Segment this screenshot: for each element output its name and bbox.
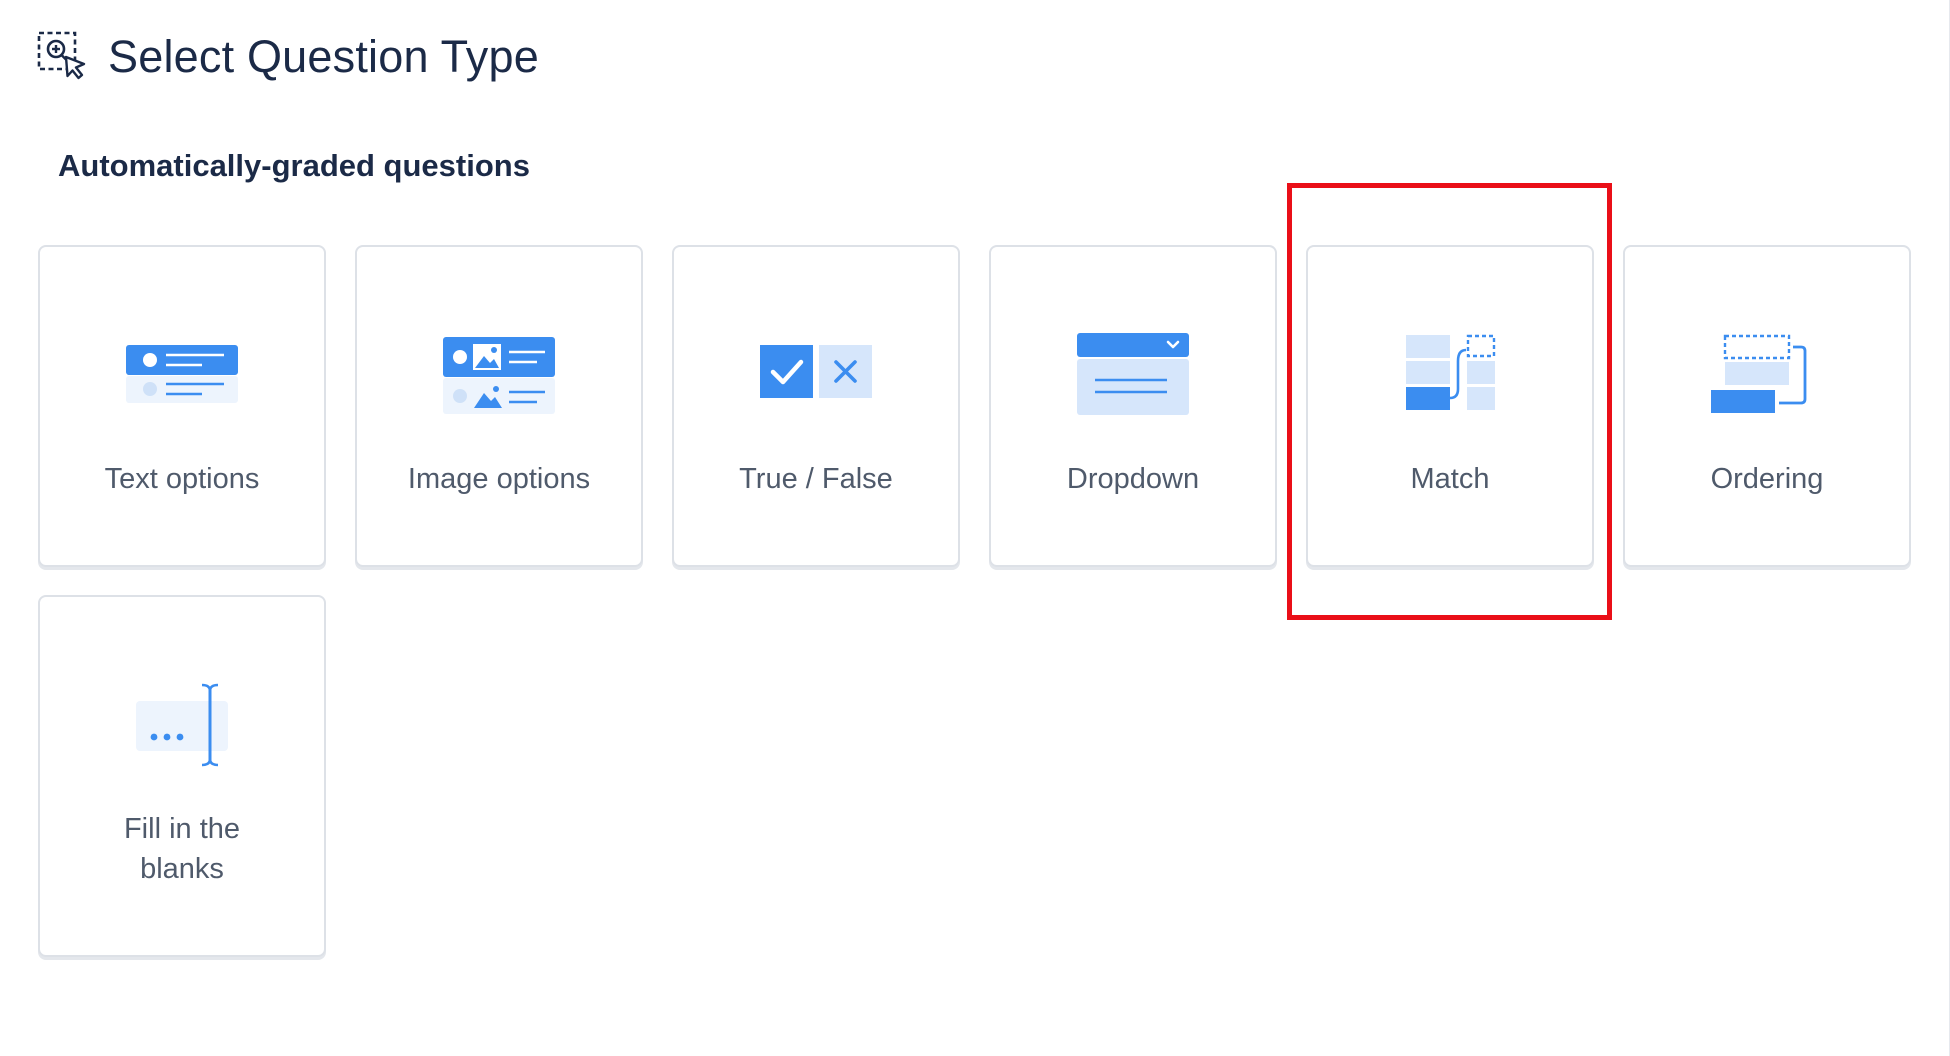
page-title: Select Question Type bbox=[108, 30, 539, 82]
text-options-icon bbox=[126, 345, 238, 403]
card-label: Text options bbox=[104, 463, 260, 495]
true-false-icon bbox=[760, 345, 872, 398]
card-label: Image options bbox=[407, 463, 591, 495]
dropdown-icon bbox=[1077, 333, 1189, 415]
image-options-icon bbox=[443, 337, 555, 414]
card-label: True / False bbox=[739, 463, 893, 495]
question-type-ordering[interactable]: Ordering bbox=[1623, 245, 1911, 567]
section-heading: Automatically-graded questions bbox=[58, 148, 530, 183]
select-area-cursor-icon bbox=[37, 31, 86, 80]
card-label: Match bbox=[1410, 463, 1490, 495]
question-type-dropdown[interactable]: Dropdown bbox=[989, 245, 1277, 567]
match-icon bbox=[1406, 334, 1496, 410]
question-type-image-options[interactable]: Image options bbox=[355, 245, 643, 567]
title-row: Select Question Type bbox=[36, 30, 539, 82]
question-type-grid: Text options Image options True / False … bbox=[38, 245, 1911, 957]
ordering-icon bbox=[1711, 334, 1807, 413]
card-label: Fill in the blanks bbox=[123, 813, 241, 885]
fill-in-the-blanks-icon bbox=[136, 683, 228, 767]
question-type-text-options[interactable]: Text options bbox=[38, 245, 326, 567]
card-label: Dropdown bbox=[1066, 463, 1200, 495]
question-type-true-false[interactable]: True / False bbox=[672, 245, 960, 567]
card-label: Ordering bbox=[1710, 463, 1824, 495]
question-type-match[interactable]: Match bbox=[1306, 245, 1594, 567]
question-type-dialog: Select Question Type Automatically-grade… bbox=[0, 0, 1950, 1056]
question-type-fill-in-the-blanks[interactable]: Fill in the blanks bbox=[38, 595, 326, 957]
